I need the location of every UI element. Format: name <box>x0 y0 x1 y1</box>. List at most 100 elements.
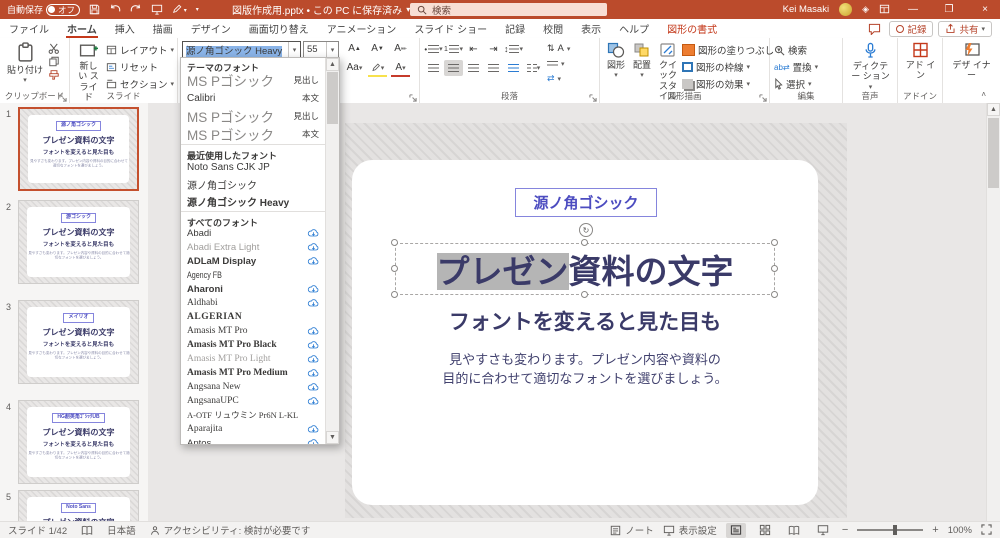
distribute-button[interactable] <box>504 60 523 76</box>
clipboard-dialog-launcher[interactable] <box>59 93 67 102</box>
slide-counter[interactable]: スライド 1/42 <box>8 523 67 537</box>
font-option[interactable]: AngsanaUPC <box>181 394 325 408</box>
tab-review[interactable]: 校閲 <box>534 19 572 38</box>
zoom-in-button[interactable]: + <box>932 524 938 536</box>
save-icon[interactable] <box>89 4 100 15</box>
font-name-dropdown-arrow[interactable]: ▾ <box>288 42 300 57</box>
resize-handle-se[interactable] <box>771 291 778 298</box>
qat-customize-icon[interactable]: ▾ <box>196 7 199 13</box>
display-settings-button[interactable]: 表示設定 <box>663 523 717 537</box>
font-option[interactable]: Amasis MT Pro Black <box>181 338 325 352</box>
format-painter-icon[interactable] <box>48 69 60 80</box>
copy-icon[interactable] <box>48 56 60 67</box>
ribbon-options-icon[interactable] <box>879 4 890 15</box>
slide-thumbnail-4[interactable]: HG創英角ｺﾞｼｯｸUB プレゼン資料の文字 フォントを変えると見た目も 見やす… <box>18 400 139 484</box>
font-name-combo[interactable]: 源ノ角ゴシック Heavy ▾ <box>182 41 301 58</box>
slide-thumbnail-1[interactable]: 源ノ角ゴシック プレゼン資料の文字 フォントを変えると見た目も 見やすさも変わり… <box>18 107 139 191</box>
justify-button[interactable] <box>484 60 503 76</box>
resize-handle-nw[interactable] <box>391 239 398 246</box>
tab-help[interactable]: ヘルプ <box>610 19 658 38</box>
dropdown-scrollbar-thumb[interactable] <box>327 72 338 124</box>
tab-view[interactable]: 表示 <box>572 19 610 38</box>
font-size-dropdown-arrow[interactable]: ▾ <box>326 42 338 57</box>
font-option[interactable]: Noto Sans CJK JP <box>181 159 325 176</box>
font-option[interactable]: ALGERIAN <box>181 310 325 324</box>
reading-view-button[interactable] <box>784 523 804 538</box>
slide-thumbnail-5[interactable]: Noto Sans プレゼン資料の文字 フォントを変えると見た目も <box>18 490 139 521</box>
scroll-up-icon[interactable]: ▲ <box>987 103 1000 116</box>
accessibility-status[interactable]: アクセシビリティ: 検討が必要です <box>150 523 310 537</box>
close-button[interactable]: × <box>972 0 998 19</box>
designer-button[interactable]: デザ イナー <box>947 41 996 82</box>
slide-thumbnail-3[interactable]: メイリオ プレゼン資料の文字 フォントを変えると見た目も 見やすさも変わります。… <box>18 300 139 384</box>
bullets-button[interactable]: • ▾ <box>424 41 443 57</box>
highlight-color-button[interactable]: ▾ <box>367 60 388 75</box>
font-option[interactable]: MS Pゴシック 本文 <box>181 125 325 143</box>
pen-mode-icon[interactable]: ▾ <box>172 4 187 15</box>
slide-font-badge[interactable]: 源ノ角ゴシック <box>515 188 657 217</box>
resize-handle-sw[interactable] <box>391 291 398 298</box>
document-title[interactable]: 図版作成用.pptx • この PC に保存済み ▾ <box>232 0 410 19</box>
font-option[interactable]: ADLaM Display <box>181 254 325 268</box>
decrease-indent-button[interactable]: ⇤ <box>464 41 483 57</box>
slide-sorter-view-button[interactable] <box>755 523 775 538</box>
font-option[interactable]: Amasis MT Pro Light <box>181 352 325 366</box>
zoom-level[interactable]: 100% <box>948 525 972 536</box>
shape-outline-button[interactable]: 図形の枠線 ▾ <box>682 59 781 75</box>
change-case-button[interactable]: Aa ▾ <box>344 60 365 75</box>
user-name[interactable]: Kei Masaki <box>783 4 829 15</box>
tab-transitions[interactable]: 画面切り替え <box>240 19 318 38</box>
scrollbar-thumb[interactable] <box>988 118 999 188</box>
find-button[interactable]: 検索 <box>774 42 839 58</box>
clear-formatting-button[interactable]: A ✏ <box>390 41 411 56</box>
reset-button[interactable]: リセット <box>106 59 174 75</box>
convert-smartart-button[interactable]: ⇄ ▾ <box>547 72 570 85</box>
share-button[interactable]: 共有 ▾ <box>938 20 992 37</box>
tab-draw[interactable]: 描画 <box>144 19 182 38</box>
zoom-out-button[interactable]: − <box>842 524 848 536</box>
record-button[interactable]: 記録 <box>889 20 934 37</box>
tab-design[interactable]: デザイン <box>182 19 240 38</box>
tab-home[interactable]: ホーム <box>58 19 106 38</box>
tab-slideshow[interactable]: スライド ショー <box>405 19 496 38</box>
line-spacing-button[interactable]: ↕ ▾ <box>504 41 523 57</box>
resize-handle-n[interactable] <box>581 239 588 246</box>
resize-handle-e[interactable] <box>771 265 778 272</box>
resize-handle-s[interactable] <box>581 291 588 298</box>
font-option[interactable]: Aptos <box>181 436 325 444</box>
align-text-button[interactable]: ▾ <box>547 57 570 70</box>
selected-textbox[interactable]: プレゼン資料の文字 <box>395 243 775 295</box>
increase-indent-button[interactable]: ⇥ <box>484 41 503 57</box>
zoom-slider-thumb[interactable] <box>893 525 898 535</box>
tab-file[interactable]: ファイル <box>0 19 58 38</box>
columns-button[interactable]: ▾ <box>524 60 543 76</box>
align-right-button[interactable] <box>464 60 483 76</box>
redo-icon[interactable] <box>130 4 142 15</box>
font-option[interactable]: MS Pゴシック 見出し <box>181 107 325 125</box>
normal-view-button[interactable] <box>725 522 746 538</box>
font-option[interactable]: Agency FB <box>181 268 325 282</box>
text-direction-button[interactable]: ⇅ A ▾ <box>547 42 570 55</box>
dropdown-scrollbar[interactable]: ▲ ▼ <box>325 58 339 444</box>
search-input[interactable]: 検索 <box>410 3 607 17</box>
slide-thumbnail-2[interactable]: 游ゴシック プレゼン資料の文字 フォントを変えると見た目も 見やすさも変わります… <box>18 200 139 284</box>
collapse-ribbon-icon[interactable]: ˄ <box>981 90 986 99</box>
font-option[interactable]: Angsana New <box>181 380 325 394</box>
slide-subtitle[interactable]: フォントを変えると見た目も <box>352 306 818 336</box>
feedback-icon[interactable]: ◈ <box>862 5 869 14</box>
font-option[interactable]: 源ノ角ゴシック <box>181 176 325 193</box>
resize-handle-w[interactable] <box>391 265 398 272</box>
vertical-scrollbar[interactable]: ▲ <box>986 103 1000 521</box>
addins-button[interactable]: アド イン <box>902 41 939 82</box>
font-dialog-launcher[interactable] <box>409 93 417 102</box>
font-option[interactable]: Aharoni <box>181 282 325 296</box>
dictation-button[interactable]: ディクテー ション ▾ <box>847 41 894 93</box>
language-indicator[interactable]: 日本語 <box>107 523 136 537</box>
font-size-combo[interactable]: 55 ▾ <box>303 41 339 58</box>
zoom-slider[interactable] <box>857 525 924 535</box>
rotate-handle[interactable]: ↻ <box>579 223 593 237</box>
font-option[interactable]: Aparajita <box>181 422 325 436</box>
font-option[interactable]: A-OTF リュウミン Pr6N L-KL <box>181 408 325 422</box>
numbering-button[interactable]: 1 ▾ <box>444 41 463 57</box>
autosave-toggle[interactable]: 自動保存 オフ <box>7 3 81 16</box>
